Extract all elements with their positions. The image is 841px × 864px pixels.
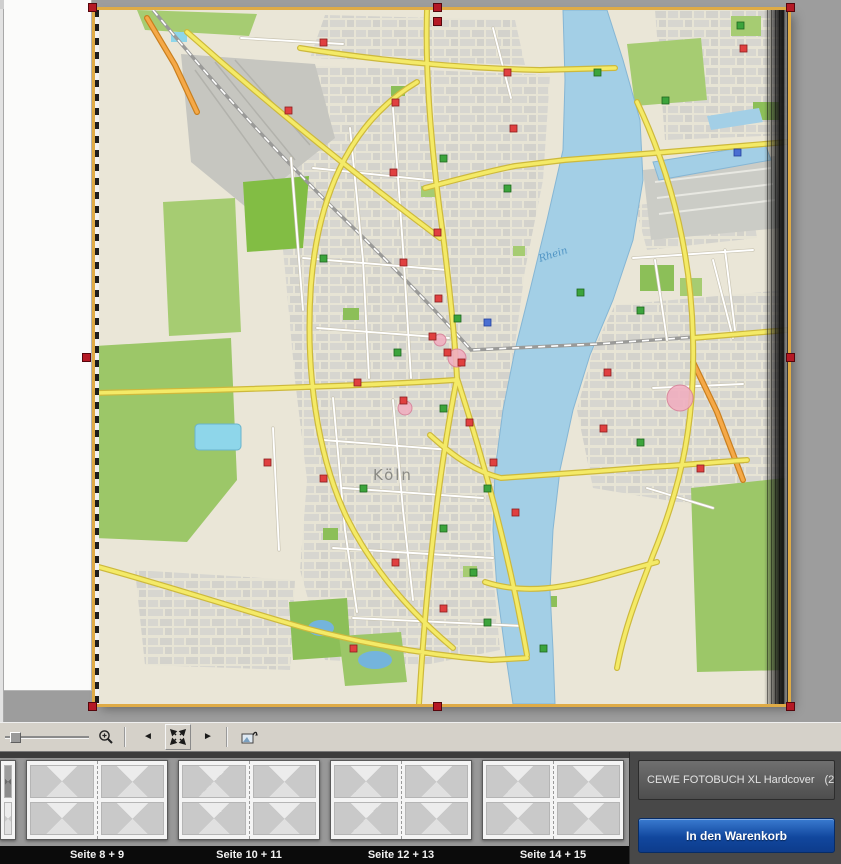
- chevron-left-icon: ◄: [143, 732, 153, 742]
- image-placeholder: [486, 765, 550, 798]
- spread-column: Seite 14 + 15: [482, 752, 624, 864]
- thumb-page: [97, 761, 168, 839]
- add-to-cart-button[interactable]: In den Warenkorb: [638, 818, 835, 853]
- selection-handle-bottom-middle[interactable]: [433, 702, 442, 711]
- image-placeholder: [405, 802, 469, 835]
- selection-handle-top-left[interactable]: [88, 3, 97, 12]
- fit-image-icon: [241, 729, 259, 745]
- fit-view-button[interactable]: [165, 724, 191, 750]
- selection-handle-top-right[interactable]: [786, 3, 795, 12]
- page-spread[interactable]: Köln Rhein: [95, 10, 788, 704]
- editor-workspace: Köln Rhein: [0, 0, 841, 722]
- book-spine-edge: [764, 10, 788, 704]
- zoom-slider-handle[interactable]: [10, 732, 21, 743]
- bottom-bar: Seite 8 + 9 Seite 10 + 11 Seite 12 + 13 …: [0, 752, 841, 864]
- toolbar-separator: [124, 727, 126, 747]
- image-placeholder: [101, 765, 165, 798]
- fit-image-button[interactable]: [237, 724, 263, 750]
- magnifier-plus-icon: [97, 728, 115, 746]
- toolbar-separator: [226, 727, 228, 747]
- pasteboard-left: [4, 0, 92, 691]
- product-pages: (26 S.): [824, 774, 835, 786]
- thumb-page: [483, 761, 553, 839]
- map-image[interactable]: Köln Rhein: [95, 10, 788, 704]
- image-placeholder: [253, 802, 317, 835]
- product-info-box: CEWE FOTOBUCH XL Hardcover (26 S.): [638, 760, 835, 800]
- rotation-handle[interactable]: [433, 17, 442, 26]
- next-page-button[interactable]: ►: [195, 724, 221, 750]
- spread-label: Seite 8 + 9: [70, 846, 124, 864]
- spread-column: Seite 10 + 11: [178, 752, 320, 864]
- thumb-page: [249, 761, 320, 839]
- view-toolbar: ◄ ►: [0, 722, 841, 752]
- thumb-page: [331, 761, 401, 839]
- image-placeholder: [334, 765, 398, 798]
- image-placeholder: [557, 802, 621, 835]
- zoom-button[interactable]: [93, 724, 119, 750]
- spread-column: Seite 8 + 9: [26, 752, 168, 864]
- spread-thumbnail-12-13[interactable]: [330, 760, 472, 840]
- selection-handle-top-middle[interactable]: [433, 3, 442, 12]
- image-placeholder: [334, 802, 398, 835]
- spread-label: Seite 10 + 11: [216, 846, 282, 864]
- image-placeholder: [30, 802, 94, 835]
- spread-label: Seite 14 + 15: [520, 846, 586, 864]
- image-placeholder: [182, 802, 246, 835]
- spread-thumbnail-partial[interactable]: [0, 752, 16, 864]
- thumb-page: [27, 761, 97, 839]
- image-placeholder: [486, 802, 550, 835]
- thumb-page: [553, 761, 624, 839]
- selection-handle-bottom-right[interactable]: [786, 702, 795, 711]
- page-edge-dashed-line: [95, 10, 99, 704]
- selection-handle-middle-right[interactable]: [786, 353, 795, 362]
- image-placeholder: [182, 765, 246, 798]
- spread-column: Seite 12 + 13: [330, 752, 472, 864]
- chevron-right-icon: ►: [203, 732, 213, 742]
- product-name: CEWE FOTOBUCH XL Hardcover: [647, 774, 814, 786]
- previous-page-button[interactable]: ◄: [135, 724, 161, 750]
- selection-handle-middle-left[interactable]: [82, 353, 91, 362]
- image-placeholder: [30, 765, 94, 798]
- expand-arrows-icon: [170, 729, 186, 745]
- map-city-label: Köln: [373, 466, 413, 484]
- zoom-slider[interactable]: [5, 728, 89, 746]
- image-placeholder: [253, 765, 317, 798]
- thumb-page: [179, 761, 249, 839]
- spread-thumbnail-14-15[interactable]: [482, 760, 624, 840]
- thumb-page: [401, 761, 472, 839]
- spread-label: Seite 12 + 13: [368, 846, 434, 864]
- image-placeholder: [405, 765, 469, 798]
- page-filmstrip: Seite 8 + 9 Seite 10 + 11 Seite 12 + 13 …: [0, 752, 629, 864]
- selection-handle-bottom-left[interactable]: [88, 702, 97, 711]
- spread-thumbnail-10-11[interactable]: [178, 760, 320, 840]
- image-placeholder: [101, 802, 165, 835]
- spread-thumbnail-8-9[interactable]: [26, 760, 168, 840]
- image-placeholder: [557, 765, 621, 798]
- shop-panel: CEWE FOTOBUCH XL Hardcover (26 S.) In de…: [629, 752, 841, 864]
